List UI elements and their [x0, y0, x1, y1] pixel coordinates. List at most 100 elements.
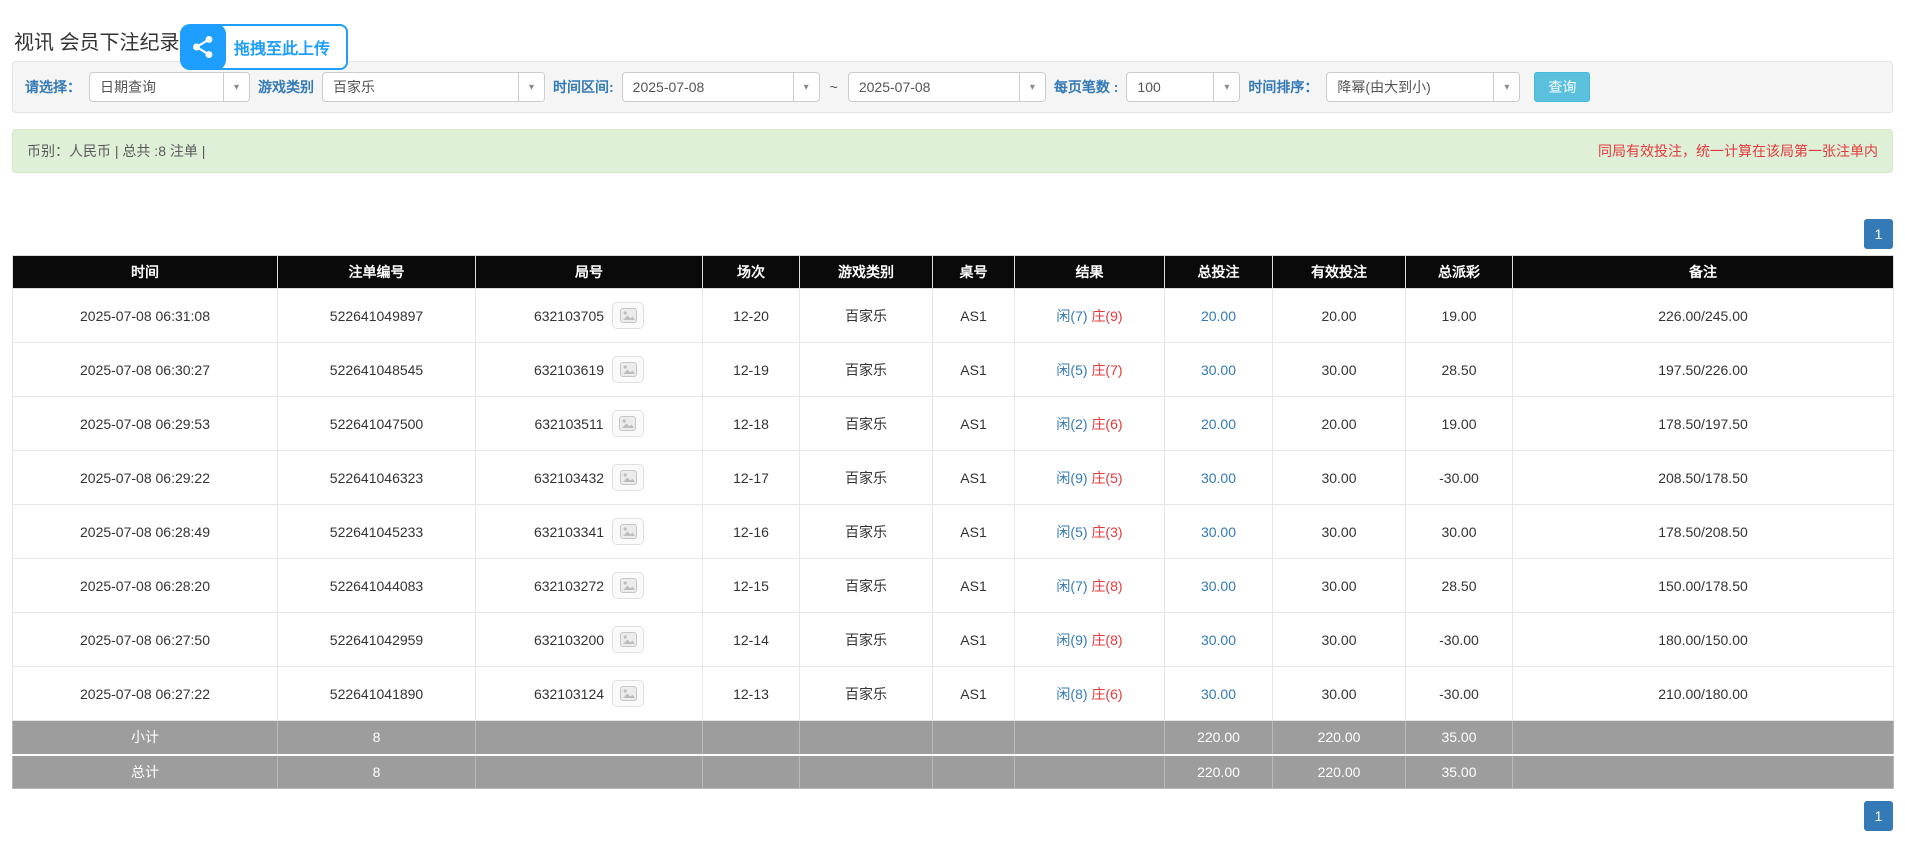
- cell-session: 12-17: [703, 451, 800, 505]
- replay-button[interactable]: [612, 464, 644, 491]
- result-banker: 庄(6): [1091, 686, 1122, 702]
- subtotal-payout: 35.00: [1406, 721, 1513, 755]
- total-bet-link[interactable]: 30.00: [1201, 470, 1236, 486]
- query-button[interactable]: 查询: [1534, 72, 1590, 102]
- table-row: 2025-07-08 06:27:50 522641042959 6321032…: [13, 613, 1894, 667]
- cell-note: 208.50/178.50: [1513, 451, 1894, 505]
- cell-table-no: AS1: [933, 505, 1015, 559]
- result-player: 闲(9): [1056, 470, 1087, 486]
- table-row: 2025-07-08 06:29:53 522641047500 6321035…: [13, 397, 1894, 451]
- sort-order-value: 降幂(由大到小): [1327, 73, 1493, 101]
- cell-bet-id: 522641045233: [278, 505, 476, 559]
- cell-game-type: 百家乐: [800, 397, 933, 451]
- cell-table-no: AS1: [933, 343, 1015, 397]
- cell-round: 632103705: [476, 289, 703, 343]
- cell-table-no: AS1: [933, 559, 1015, 613]
- sort-order-select[interactable]: 降幂(由大到小) ▾: [1326, 72, 1520, 102]
- total-bet-link[interactable]: 20.00: [1201, 416, 1236, 432]
- cell-time: 2025-07-08 06:30:27: [13, 343, 278, 397]
- cell-valid-bet: 30.00: [1273, 451, 1406, 505]
- round-number: 632103705: [534, 308, 604, 324]
- cell-total-bet: 20.00: [1165, 397, 1273, 451]
- table-footer: 小计 8 220.00 220.00 35.00 总计 8 220.00 220…: [13, 721, 1894, 789]
- chevron-down-icon: ▾: [1019, 73, 1045, 101]
- header-time: 时间: [13, 256, 278, 289]
- table-header: 时间 注单编号 局号 场次 游戏类别 桌号 结果 总投注 有效投注 总派彩 备注: [13, 256, 1894, 289]
- result-banker: 庄(7): [1091, 362, 1122, 378]
- cell-total-bet: 30.00: [1165, 667, 1273, 721]
- total-bet-link[interactable]: 30.00: [1201, 578, 1236, 594]
- header-bet-id: 注单编号: [278, 256, 476, 289]
- table-body: 2025-07-08 06:31:08 522641049897 6321037…: [13, 289, 1894, 721]
- cell-valid-bet: 30.00: [1273, 667, 1406, 721]
- total-bet-link[interactable]: 30.00: [1201, 362, 1236, 378]
- media-replay-icon: [620, 632, 637, 647]
- bet-records-table: 时间 注单编号 局号 场次 游戏类别 桌号 结果 总投注 有效投注 总派彩 备注…: [12, 255, 1894, 789]
- cell-time: 2025-07-08 06:27:50: [13, 613, 278, 667]
- cell-game-type: 百家乐: [800, 613, 933, 667]
- cell-table-no: AS1: [933, 289, 1015, 343]
- cell-note: 150.00/178.50: [1513, 559, 1894, 613]
- table-row: 2025-07-08 06:29:22 522641046323 6321034…: [13, 451, 1894, 505]
- result-player: 闲(2): [1056, 416, 1087, 432]
- media-replay-icon: [620, 308, 637, 323]
- game-type-select[interactable]: 百家乐 ▾: [322, 72, 545, 102]
- chevron-down-icon: ▾: [223, 73, 249, 101]
- result-banker: 庄(8): [1091, 578, 1122, 594]
- grand-total-count: 8: [278, 755, 476, 789]
- subtotal-label: 小计: [13, 721, 278, 755]
- upload-dropzone[interactable]: 拖拽至此上传: [180, 24, 348, 70]
- media-replay-icon: [620, 686, 637, 701]
- replay-button[interactable]: [612, 626, 644, 653]
- grand-total-row: 总计 8 220.00 220.00 35.00: [13, 755, 1894, 789]
- cell-round: 632103272: [476, 559, 703, 613]
- cell-time: 2025-07-08 06:28:20: [13, 559, 278, 613]
- cell-session: 12-18: [703, 397, 800, 451]
- date-from-select[interactable]: 2025-07-08 ▾: [622, 72, 820, 102]
- cell-bet-id: 522641042959: [278, 613, 476, 667]
- date-range-label: 时间区间:: [553, 77, 614, 97]
- game-type-value: 百家乐: [323, 73, 518, 101]
- cell-time: 2025-07-08 06:31:08: [13, 289, 278, 343]
- cell-round: 632103511: [476, 397, 703, 451]
- page-button-1[interactable]: 1: [1864, 801, 1893, 831]
- cell-game-type: 百家乐: [800, 559, 933, 613]
- summary-bar: 币别：人民币 | 总共 :8 注单 | 同局有效投注，统一计算在该局第一张注单内: [12, 129, 1893, 173]
- cell-table-no: AS1: [933, 667, 1015, 721]
- subtotal-valid-bet: 220.00: [1273, 721, 1406, 755]
- total-bet-link[interactable]: 30.00: [1201, 686, 1236, 702]
- replay-button[interactable]: [612, 356, 644, 383]
- subtotal-row: 小计 8 220.00 220.00 35.00: [13, 721, 1894, 755]
- page-size-select[interactable]: 100 ▾: [1126, 72, 1240, 102]
- page-button-1[interactable]: 1: [1864, 219, 1893, 249]
- cell-payout: 30.00: [1406, 505, 1513, 559]
- table-row: 2025-07-08 06:31:08 522641049897 6321037…: [13, 289, 1894, 343]
- cell-game-type: 百家乐: [800, 451, 933, 505]
- replay-button[interactable]: [612, 572, 644, 599]
- replay-button[interactable]: [612, 518, 644, 545]
- date-to-value: 2025-07-08: [849, 73, 1019, 101]
- header-payout: 总派彩: [1406, 256, 1513, 289]
- chevron-down-icon: ▾: [793, 73, 819, 101]
- cell-total-bet: 20.00: [1165, 289, 1273, 343]
- round-number: 632103200: [534, 632, 604, 648]
- total-bet-link[interactable]: 30.00: [1201, 632, 1236, 648]
- media-replay-icon: [620, 362, 637, 377]
- subtotal-total-bet: 220.00: [1165, 721, 1273, 755]
- replay-button[interactable]: [612, 680, 644, 707]
- total-bet-link[interactable]: 20.00: [1201, 308, 1236, 324]
- cell-bet-id: 522641049897: [278, 289, 476, 343]
- cell-result: 闲(7) 庄(8): [1015, 559, 1165, 613]
- cell-result: 闲(9) 庄(8): [1015, 613, 1165, 667]
- query-type-select[interactable]: 日期查询 ▾: [89, 72, 250, 102]
- date-to-select[interactable]: 2025-07-08 ▾: [848, 72, 1046, 102]
- total-bet-link[interactable]: 30.00: [1201, 524, 1236, 540]
- replay-button[interactable]: [612, 302, 644, 329]
- cell-bet-id: 522641041890: [278, 667, 476, 721]
- round-number: 632103124: [534, 686, 604, 702]
- replay-button[interactable]: [612, 410, 644, 437]
- cell-valid-bet: 20.00: [1273, 397, 1406, 451]
- page-content: 视讯 会员下注纪录 拖拽至此上传 请选择： 日期查询 ▾ 游戏类别 百家乐 ▾ …: [0, 0, 1905, 843]
- header-round: 局号: [476, 256, 703, 289]
- cell-total-bet: 30.00: [1165, 505, 1273, 559]
